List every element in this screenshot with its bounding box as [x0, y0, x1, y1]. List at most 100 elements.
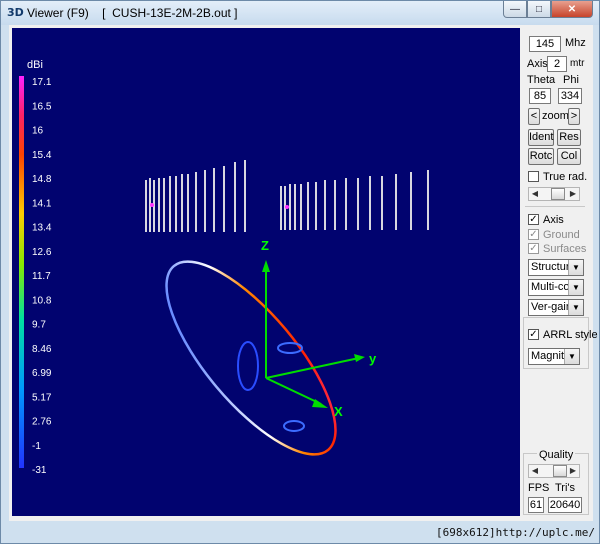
zoom-label: zoom: [542, 110, 569, 122]
antenna-element: [195, 172, 197, 232]
antenna-element: [158, 178, 160, 232]
antenna-element: [244, 160, 246, 232]
true-rad-checkbox[interactable]: True rad.: [528, 170, 587, 183]
col-button[interactable]: Col: [557, 148, 581, 165]
magnitude-select[interactable]: Magnitud ▼: [528, 348, 580, 365]
maximize-button[interactable]: □: [527, 1, 551, 18]
colorbar-unit: dBi: [27, 59, 43, 71]
antenna-element: [169, 176, 171, 232]
antenna-element: [300, 184, 302, 230]
antenna-element: [395, 174, 397, 230]
antenna-element: [223, 166, 225, 232]
slider-right-arrow-icon[interactable]: ▶: [567, 465, 579, 477]
axis-x: X: [265, 377, 343, 419]
pattern-lobe-bottom: [283, 420, 305, 432]
axis-y-label: y: [369, 351, 377, 366]
quality-slider-thumb[interactable]: [553, 465, 567, 477]
colorbar-tick-label: 16.5: [32, 101, 52, 112]
pattern-lobe-back: [237, 341, 259, 391]
colorbar-tick-label: 12.6: [32, 247, 52, 258]
structure-select[interactable]: Structure ▼: [528, 259, 584, 276]
colorbar-tick-label: 14.8: [32, 174, 52, 185]
colorbar-tick-label: 15.4: [32, 150, 52, 161]
colorbar-tick-label: 5.17: [32, 392, 52, 403]
colorbar: [19, 76, 24, 468]
colorbar-tick-label: 11.7: [32, 271, 51, 282]
viewer-window: 3D Viewer (F9) [ CUSH-13E-2M-2B.out ] — …: [0, 0, 600, 544]
colorbar-tick-label: 2.76: [32, 417, 52, 428]
slider-thumb[interactable]: [551, 188, 565, 200]
colorbar-tick-label: 17.1: [32, 77, 52, 88]
axis-y: y: [265, 351, 377, 379]
colorbar-tick-label: 9.7: [32, 320, 46, 331]
colorbar-tick-label: 16: [32, 126, 44, 137]
feed-point-right: [285, 205, 289, 209]
title-bar[interactable]: 3D Viewer (F9) [ CUSH-13E-2M-2B.out ] — …: [1, 1, 599, 25]
gain-mode-select[interactable]: Ver-gain ▼: [528, 299, 584, 316]
antenna-element: [181, 174, 183, 232]
ground-checkbox-box: ✓: [528, 229, 539, 240]
axis-checkbox-label: Axis: [543, 213, 564, 226]
axis-x-label: X: [334, 404, 343, 419]
color-mode-select[interactable]: Multi-colo ▼: [528, 279, 584, 296]
chevron-down-icon[interactable]: ▼: [568, 280, 583, 295]
rotc-button[interactable]: Rotc: [528, 148, 554, 165]
arrl-style-checkbox-box[interactable]: ✓: [528, 329, 539, 340]
antenna-element: [175, 176, 177, 232]
axis-checkbox[interactable]: ✓ Axis: [528, 213, 564, 226]
axis-checkbox-box[interactable]: ✓: [528, 214, 539, 225]
antenna-element: [324, 180, 326, 230]
slider-left-arrow-icon[interactable]: ◀: [529, 188, 541, 200]
true-rad-checkbox-box[interactable]: [528, 171, 539, 182]
ground-checkbox: ✓ Ground: [528, 228, 580, 241]
close-button[interactable]: ✕: [551, 1, 593, 18]
antenna-element: [280, 186, 282, 230]
client-area: dBi 17.1 16.5 16 15.4 14.8 14.1 13.4 12.6 11.7 10…: [9, 25, 598, 521]
axis-length-field[interactable]: 2: [547, 56, 567, 72]
3d-viewport[interactable]: dBi 17.1 16.5 16 15.4 14.8 14.1 13.4 12.6 11.7 10…: [12, 28, 520, 516]
antenna-element: [410, 172, 412, 230]
feed-point-left: [150, 203, 154, 207]
ground-checkbox-label: Ground: [543, 228, 580, 241]
arrl-style-checkbox[interactable]: ✓ ARRL style: [528, 328, 598, 341]
phi-field[interactable]: 334: [558, 88, 582, 104]
slider-right-arrow-icon[interactable]: ▶: [567, 188, 579, 200]
quality-slider[interactable]: ◀ ▶: [528, 464, 580, 478]
axis-z: Z: [261, 238, 270, 378]
chevron-down-icon[interactable]: ▼: [568, 300, 583, 315]
true-rad-slider[interactable]: ◀ ▶: [528, 187, 580, 201]
antenna-element: [213, 168, 215, 232]
ident-button[interactable]: Ident: [528, 129, 554, 146]
chevron-down-icon[interactable]: ▼: [564, 349, 579, 364]
pattern-lobe-top: [277, 342, 303, 354]
antenna-elements-right: [280, 170, 429, 230]
minimize-button[interactable]: —: [503, 1, 527, 18]
antenna-element: [315, 182, 317, 230]
chevron-down-icon[interactable]: ▼: [568, 260, 583, 275]
frequency-field[interactable]: 145: [529, 36, 561, 52]
zoom-out-button[interactable]: <: [528, 108, 540, 125]
slider-left-arrow-icon[interactable]: ◀: [529, 465, 541, 477]
zoom-in-button[interactable]: >: [568, 108, 580, 125]
status-text: [698x612]http://uplc.me/: [436, 526, 595, 539]
fps-value: 61: [528, 497, 544, 513]
tris-label: Tri's: [555, 482, 576, 494]
antenna-element: [145, 180, 147, 232]
axis-z-label: Z: [261, 238, 269, 253]
panel-divider: [525, 206, 585, 207]
status-bar: [698x612]http://uplc.me/: [1, 521, 599, 543]
arrl-style-label: ARRL style: [543, 328, 598, 341]
res-button[interactable]: Res: [557, 129, 581, 146]
theta-field[interactable]: 85: [529, 88, 551, 104]
antenna-element: [357, 178, 359, 230]
frequency-unit: Mhz: [565, 37, 586, 49]
colorbar-tick-label: 13.4: [32, 223, 52, 234]
radiation-pattern: [165, 260, 337, 456]
antenna-element: [234, 162, 236, 232]
colorbar-tick-label: -31: [32, 465, 47, 476]
antenna-element: [381, 176, 383, 230]
colorbar-tick-label: 8.46: [32, 344, 52, 355]
window-title: Viewer (F9) [ CUSH-13E-2M-2B.out ]: [27, 6, 238, 20]
theta-label: Theta: [527, 74, 556, 86]
tris-value: 20640: [548, 497, 582, 513]
